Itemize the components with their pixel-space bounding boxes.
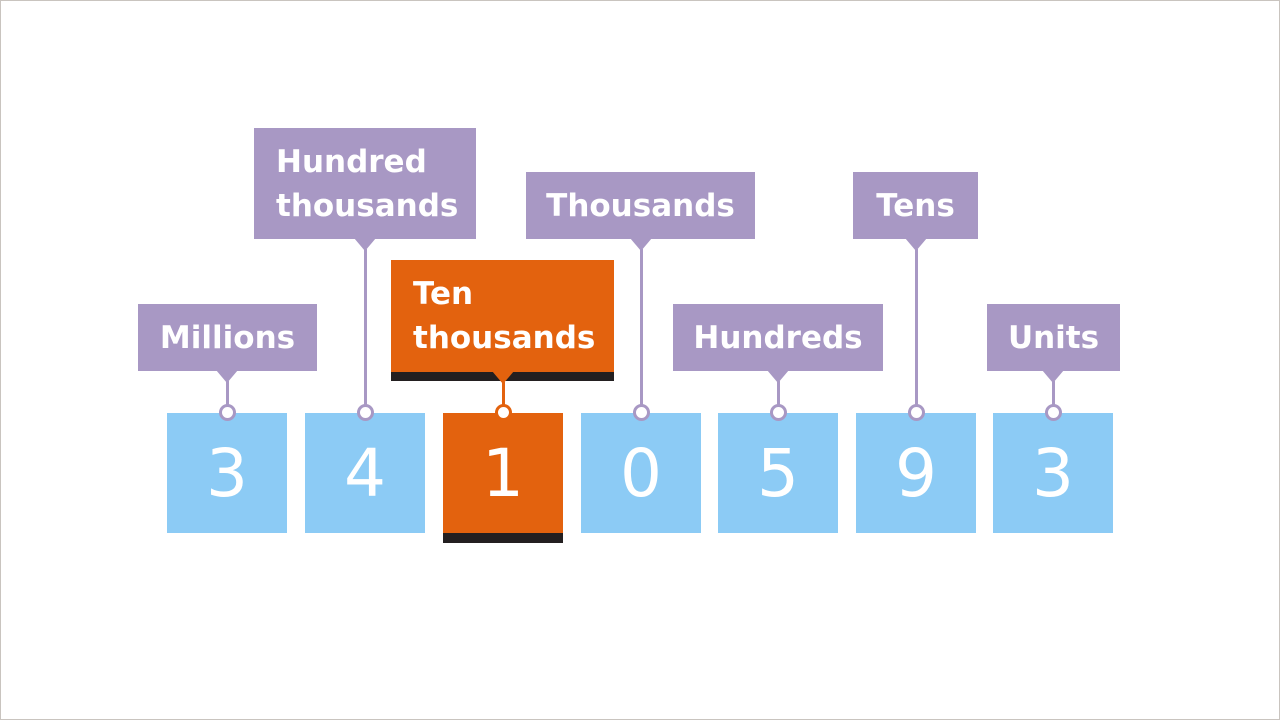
label-text: thousands (276, 187, 459, 224)
label-text: thousands (413, 320, 596, 356)
connector-line (501, 382, 505, 406)
connector-dot (356, 404, 374, 421)
digit-box-hundred-thousands: 4 (305, 413, 425, 533)
label-units: Units (987, 304, 1120, 371)
connector-dot (218, 404, 236, 421)
label-hundred-thousands: Hundred thousands (254, 128, 476, 239)
connector-line (914, 249, 918, 406)
digit-box-units: 3 (993, 413, 1113, 533)
label-millions: Millions (138, 304, 317, 371)
label-thousands: Thousands (526, 172, 755, 239)
label-text: Ten (413, 276, 474, 312)
digit-box-ten-thousands: 1 (443, 413, 563, 533)
connector-line (225, 381, 229, 406)
connector-line (363, 249, 367, 406)
connector-dot (769, 404, 787, 421)
digit-box-hundreds: 5 (718, 413, 838, 533)
connector-line (639, 249, 643, 406)
connector-dot (494, 404, 512, 421)
label-text: Millions (159, 319, 296, 356)
digit-box-millions: 3 (167, 413, 287, 533)
digit-box-thousands: 0 (581, 413, 701, 533)
label-tens: Tens (853, 172, 978, 239)
connector-dot (1044, 404, 1062, 421)
connector-dot (632, 404, 650, 421)
connector-line (1051, 381, 1055, 406)
label-hundreds: Hundreds (673, 304, 883, 371)
label-text: Hundred (276, 143, 427, 180)
connector-line (776, 381, 780, 406)
connector-dot (907, 404, 925, 421)
label-text: Tens (876, 187, 955, 224)
label-text: Units (1007, 319, 1100, 356)
digit-box-tens: 9 (856, 413, 976, 533)
digit-shadow-band (443, 533, 563, 543)
label-text: Thousands (546, 187, 735, 224)
label-ten-thousands: Ten thousands (391, 260, 614, 372)
label-text: Hundreds (693, 319, 863, 356)
